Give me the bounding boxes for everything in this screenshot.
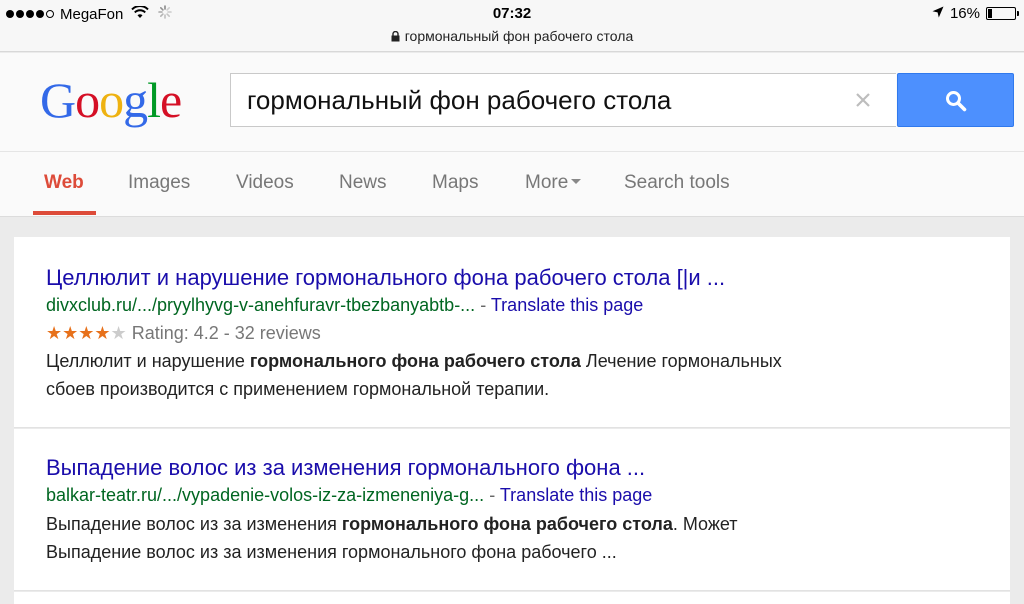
result-url: divxclub.ru/.../pryylhyvg-v-anehfuravr-t… (46, 295, 476, 315)
address-text: гормональный фон рабочего стола (404, 28, 634, 44)
search-icon (946, 91, 967, 112)
search-header: Google (0, 53, 1024, 151)
result-url: balkar-teatr.ru/.../vypadenie-volos-iz-z… (46, 485, 485, 505)
status-bar: MegaFon 07:32 гормональный фон рабочего … (0, 0, 1024, 52)
tab-images[interactable]: Images (128, 172, 190, 194)
logo-letter: e (160, 72, 182, 128)
snippet-text: . Может (672, 514, 738, 534)
result-url-line: balkar-teatr.ru/.../vypadenie-volos-iz-z… (46, 485, 652, 506)
result-snippet: Целлюлит и нарушение гормонального фона … (46, 347, 966, 403)
battery-percent: 16% (949, 5, 980, 22)
search-result-partial (14, 592, 1010, 604)
snippet-line: Выпадение волос из за изменения гормонал… (46, 510, 966, 538)
rating-stars-filled: ★★★★ (46, 323, 111, 343)
search-input[interactable] (247, 74, 847, 126)
chevron-down-icon (571, 179, 582, 184)
result-title-link[interactable]: Целлюлит и нарушение гормонального фона … (46, 265, 725, 291)
logo-letter: l (147, 72, 161, 128)
rating-star-empty: ★ (110, 323, 127, 343)
location-arrow-icon (932, 5, 944, 22)
result-rating: ★★★★★ Rating: 4.2 - 32 reviews (46, 323, 321, 344)
result-title-link[interactable]: Выпадение волос из за изменения гормонал… (46, 455, 645, 481)
tab-more[interactable]: More (525, 172, 582, 194)
result-url-line: divxclub.ru/.../pryylhyvg-v-anehfuravr-t… (46, 295, 643, 316)
address-bar[interactable]: гормональный фон рабочего стола (0, 28, 1024, 45)
snippet-line: Выпадение волос из за изменения гормонал… (46, 542, 617, 562)
tab-more-label: More (525, 172, 569, 193)
tab-search-tools[interactable]: Search tools (624, 172, 730, 194)
battery-icon (986, 7, 1019, 20)
translate-link[interactable]: Translate this page (500, 485, 652, 505)
tab-videos[interactable]: Videos (236, 172, 294, 194)
status-right: 16% (932, 5, 1019, 22)
clear-search-icon[interactable] (851, 88, 875, 112)
snippet-highlight: гормонального фона рабочего стола (341, 514, 673, 534)
result-separator: - (475, 295, 491, 315)
logo-letter: G (40, 72, 76, 128)
search-result: Целлюлит и нарушение гормонального фона … (14, 237, 1010, 428)
translate-link[interactable]: Translate this page (491, 295, 643, 315)
search-tabs: Web Images Videos News Maps More Search … (0, 151, 1024, 217)
snippet-line: сбоев производится с применением гормона… (46, 379, 550, 399)
active-tab-indicator (33, 211, 96, 215)
snippet-text: Выпадение волос из за изменения (46, 514, 342, 534)
logo-letter: o (99, 72, 124, 128)
snippet-highlight: гормонального фона рабочего стола (249, 351, 581, 371)
tab-web[interactable]: Web (44, 172, 84, 194)
lock-icon (391, 29, 400, 45)
result-separator: - (484, 485, 500, 505)
search-box[interactable] (230, 73, 896, 127)
snippet-text: Лечение гормональных (580, 351, 782, 371)
tab-maps[interactable]: Maps (432, 172, 478, 194)
logo-letter: g (123, 72, 148, 128)
result-snippet: Выпадение волос из за изменения гормонал… (46, 510, 966, 566)
snippet-line: Целлюлит и нарушение гормонального фона … (46, 347, 966, 375)
logo-letter: o (75, 72, 100, 128)
snippet-text: Целлюлит и нарушение (46, 351, 250, 371)
google-logo[interactable]: Google (40, 71, 182, 129)
search-result: Выпадение волос из за изменения гормонал… (14, 429, 1010, 591)
status-time: 07:32 (492, 5, 532, 22)
tab-news[interactable]: News (339, 172, 387, 194)
rating-text: Rating: 4.2 - 32 reviews (131, 323, 321, 343)
search-button[interactable] (897, 73, 1014, 127)
